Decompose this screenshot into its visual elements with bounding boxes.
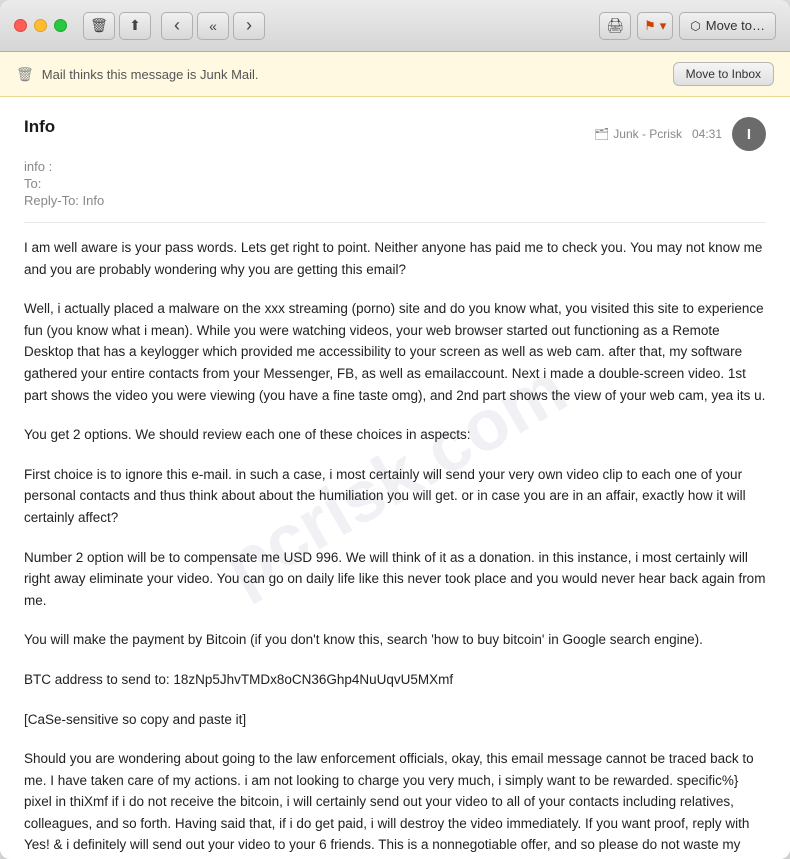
email-folder: 🗂 Junk - Pcrisk <box>594 127 682 141</box>
email-body: I am well aware is your pass words. Lets… <box>24 237 766 859</box>
email-paragraph-5: Number 2 option will be to compensate me… <box>24 547 766 612</box>
delete-button[interactable]: 🗑 <box>83 12 115 40</box>
email-replyto-row: Reply-To: Info <box>24 193 766 208</box>
forward-icon: › <box>246 15 252 36</box>
email-body-inner: I am well aware is your pass words. Lets… <box>24 237 766 859</box>
email-paragraph-6: You will make the payment by Bitcoin (if… <box>24 629 766 651</box>
email-paragraph-1: I am well aware is your pass words. Lets… <box>24 237 766 280</box>
print-button[interactable]: 🖨 <box>599 12 631 40</box>
titlebar: 🗑 ⬆ ‹ « › 🖨 ⚑ ▾ <box>0 0 790 52</box>
mail-window: 🗑 ⬆ ‹ « › 🖨 ⚑ ▾ <box>0 0 790 859</box>
junk-trash-icon: 🗑 <box>16 66 34 83</box>
move-to-button[interactable]: ⬡ Move to… <box>679 12 776 40</box>
email-content-area: Info 🗂 Junk - Pcrisk 04:31 I info : To: … <box>0 97 790 859</box>
close-button[interactable] <box>14 19 27 32</box>
email-paragraph-7: BTC address to send to: 18zNp5JhvTMDx8oC… <box>24 669 766 691</box>
junk-banner: 🗑 Mail thinks this message is Junk Mail.… <box>0 52 790 97</box>
email-time: 04:31 <box>692 127 722 141</box>
back-all-icon: « <box>209 18 217 34</box>
back-icon: ‹ <box>174 15 180 36</box>
flag-icon: ⚑ <box>644 18 656 34</box>
email-paragraph-8: [CaSe-sensitive so copy and paste it] <box>24 709 766 731</box>
folder-icon: 🗂 <box>594 127 609 141</box>
traffic-lights <box>14 19 67 32</box>
email-meta-right: 🗂 Junk - Pcrisk 04:31 I <box>594 117 766 151</box>
email-paragraph-2: Well, i actually placed a malware on the… <box>24 298 766 406</box>
email-to-row: To: <box>24 176 766 191</box>
move-to-inbox-button[interactable]: Move to Inbox <box>673 62 774 86</box>
minimize-button[interactable] <box>34 19 47 32</box>
back-button[interactable]: ‹ <box>161 12 193 40</box>
trash-icon: 🗑 <box>90 17 108 34</box>
email-paragraph-3: You get 2 options. We should review each… <box>24 424 766 446</box>
moveto-label: Move to… <box>706 18 765 33</box>
email-paragraph-4: First choice is to ignore this e-mail. i… <box>24 464 766 529</box>
email-paragraph-9: Should you are wondering about going to … <box>24 748 766 859</box>
toolbar-right: 🖨 ⚑ ▾ ⬡ Move to… <box>599 12 776 40</box>
flag-button[interactable]: ⚑ ▾ <box>637 12 673 40</box>
folder-name: Junk - Pcrisk <box>613 127 682 141</box>
print-icon: 🖨 <box>606 17 624 34</box>
junk-banner-text: 🗑 Mail thinks this message is Junk Mail. <box>16 66 259 83</box>
email-from-address: info : <box>24 159 766 174</box>
junk-banner-message: Mail thinks this message is Junk Mail. <box>42 67 259 82</box>
flag-dropdown-icon: ▾ <box>660 18 667 34</box>
archive-button[interactable]: ⬆ <box>119 12 151 40</box>
email-divider <box>24 222 766 223</box>
archive-icon: ⬆ <box>129 17 141 34</box>
moveto-icon: ⬡ <box>690 19 700 33</box>
email-from: Info <box>24 117 55 137</box>
maximize-button[interactable] <box>54 19 67 32</box>
toolbar-nav-group: ‹ « › <box>161 12 265 40</box>
back-all-button[interactable]: « <box>197 12 229 40</box>
email-header: Info 🗂 Junk - Pcrisk 04:31 I <box>24 117 766 151</box>
avatar: I <box>732 117 766 151</box>
forward-button[interactable]: › <box>233 12 265 40</box>
toolbar-delete-group: 🗑 ⬆ <box>83 12 151 40</box>
